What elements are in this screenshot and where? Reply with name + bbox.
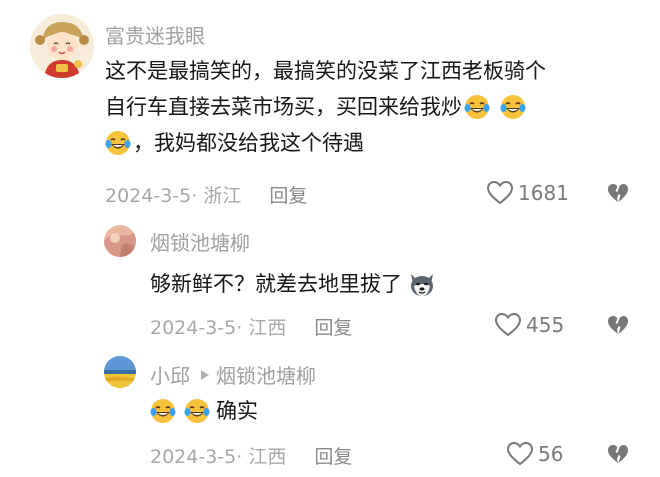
like-button[interactable]: 56	[506, 441, 563, 467]
reply-to-username[interactable]: 烟锁池塘柳	[216, 360, 316, 389]
like-count: 455	[526, 313, 565, 337]
date-location: 2024-3-5· 浙江	[105, 185, 242, 207]
comment-text: 自行车直接去菜市场买，买回来给我炒	[105, 95, 462, 119]
avatar[interactable]	[30, 14, 94, 78]
username[interactable]: 富贵迷我眼	[105, 20, 205, 49]
avatar[interactable]	[104, 225, 136, 257]
laugh-cry-emoji	[184, 399, 210, 423]
comment-line: 够新鲜不？就差去地里拔了	[150, 266, 438, 302]
reply-button[interactable]: 回复	[314, 442, 352, 469]
username-row: 小邱 烟锁池塘柳	[150, 360, 316, 389]
laugh-cry-emoji	[464, 95, 490, 119]
comment-meta: 2024-3-5· 浙江 回复	[105, 181, 307, 208]
triangle-right-icon	[201, 369, 209, 380]
comment-meta: 2024-3-5· 江西 回复	[150, 442, 352, 469]
comment-text: 够新鲜不？就差去地里拔了	[150, 272, 402, 296]
comment-line: ，我妈都没给我这个待遇	[105, 125, 546, 161]
reply-button[interactable]: 回复	[314, 313, 352, 340]
comment-text: 确实	[216, 399, 258, 423]
username[interactable]: 小邱	[150, 360, 190, 389]
heart-outline-icon	[486, 180, 514, 205]
like-count: 56	[538, 442, 564, 466]
heart-outline-icon	[494, 312, 522, 337]
comment-line: 自行车直接去菜市场买，买回来给我炒	[105, 89, 546, 125]
comment-body: 够新鲜不？就差去地里拔了	[150, 266, 438, 302]
like-button[interactable]: 1681	[486, 180, 569, 206]
heart-outline-icon	[506, 441, 534, 466]
husky-emoji	[411, 274, 433, 296]
broken-heart-icon[interactable]	[606, 313, 630, 337]
broken-heart-icon[interactable]	[606, 181, 630, 205]
username-row: 烟锁池塘柳	[150, 227, 250, 256]
broken-heart-icon[interactable]	[606, 442, 630, 466]
date-location: 2024-3-5· 江西	[150, 317, 287, 339]
comment-line: 确实	[150, 393, 258, 429]
username-row: 富贵迷我眼	[105, 20, 205, 49]
laugh-cry-emoji	[150, 399, 176, 423]
avatar[interactable]	[104, 356, 136, 388]
laugh-cry-emoji	[500, 95, 526, 119]
reply-button[interactable]: 回复	[269, 181, 307, 208]
laugh-cry-emoji	[105, 131, 131, 155]
comment-text: 这不是最搞笑的，最搞笑的没菜了江西老板骑个	[105, 59, 546, 83]
username[interactable]: 烟锁池塘柳	[150, 227, 250, 256]
like-count: 1681	[518, 181, 569, 205]
comment-line: 这不是最搞笑的，最搞笑的没菜了江西老板骑个	[105, 53, 546, 89]
comment-body: 这不是最搞笑的，最搞笑的没菜了江西老板骑个 自行车直接去菜市场买，买回来给我炒	[105, 53, 546, 161]
comment-meta: 2024-3-5· 江西 回复	[150, 313, 352, 340]
date-location: 2024-3-5· 江西	[150, 446, 287, 468]
like-button[interactable]: 455	[494, 312, 564, 338]
comment-text: ，我妈都没给我这个待遇	[133, 131, 364, 155]
comment-body: 确实	[150, 393, 258, 429]
